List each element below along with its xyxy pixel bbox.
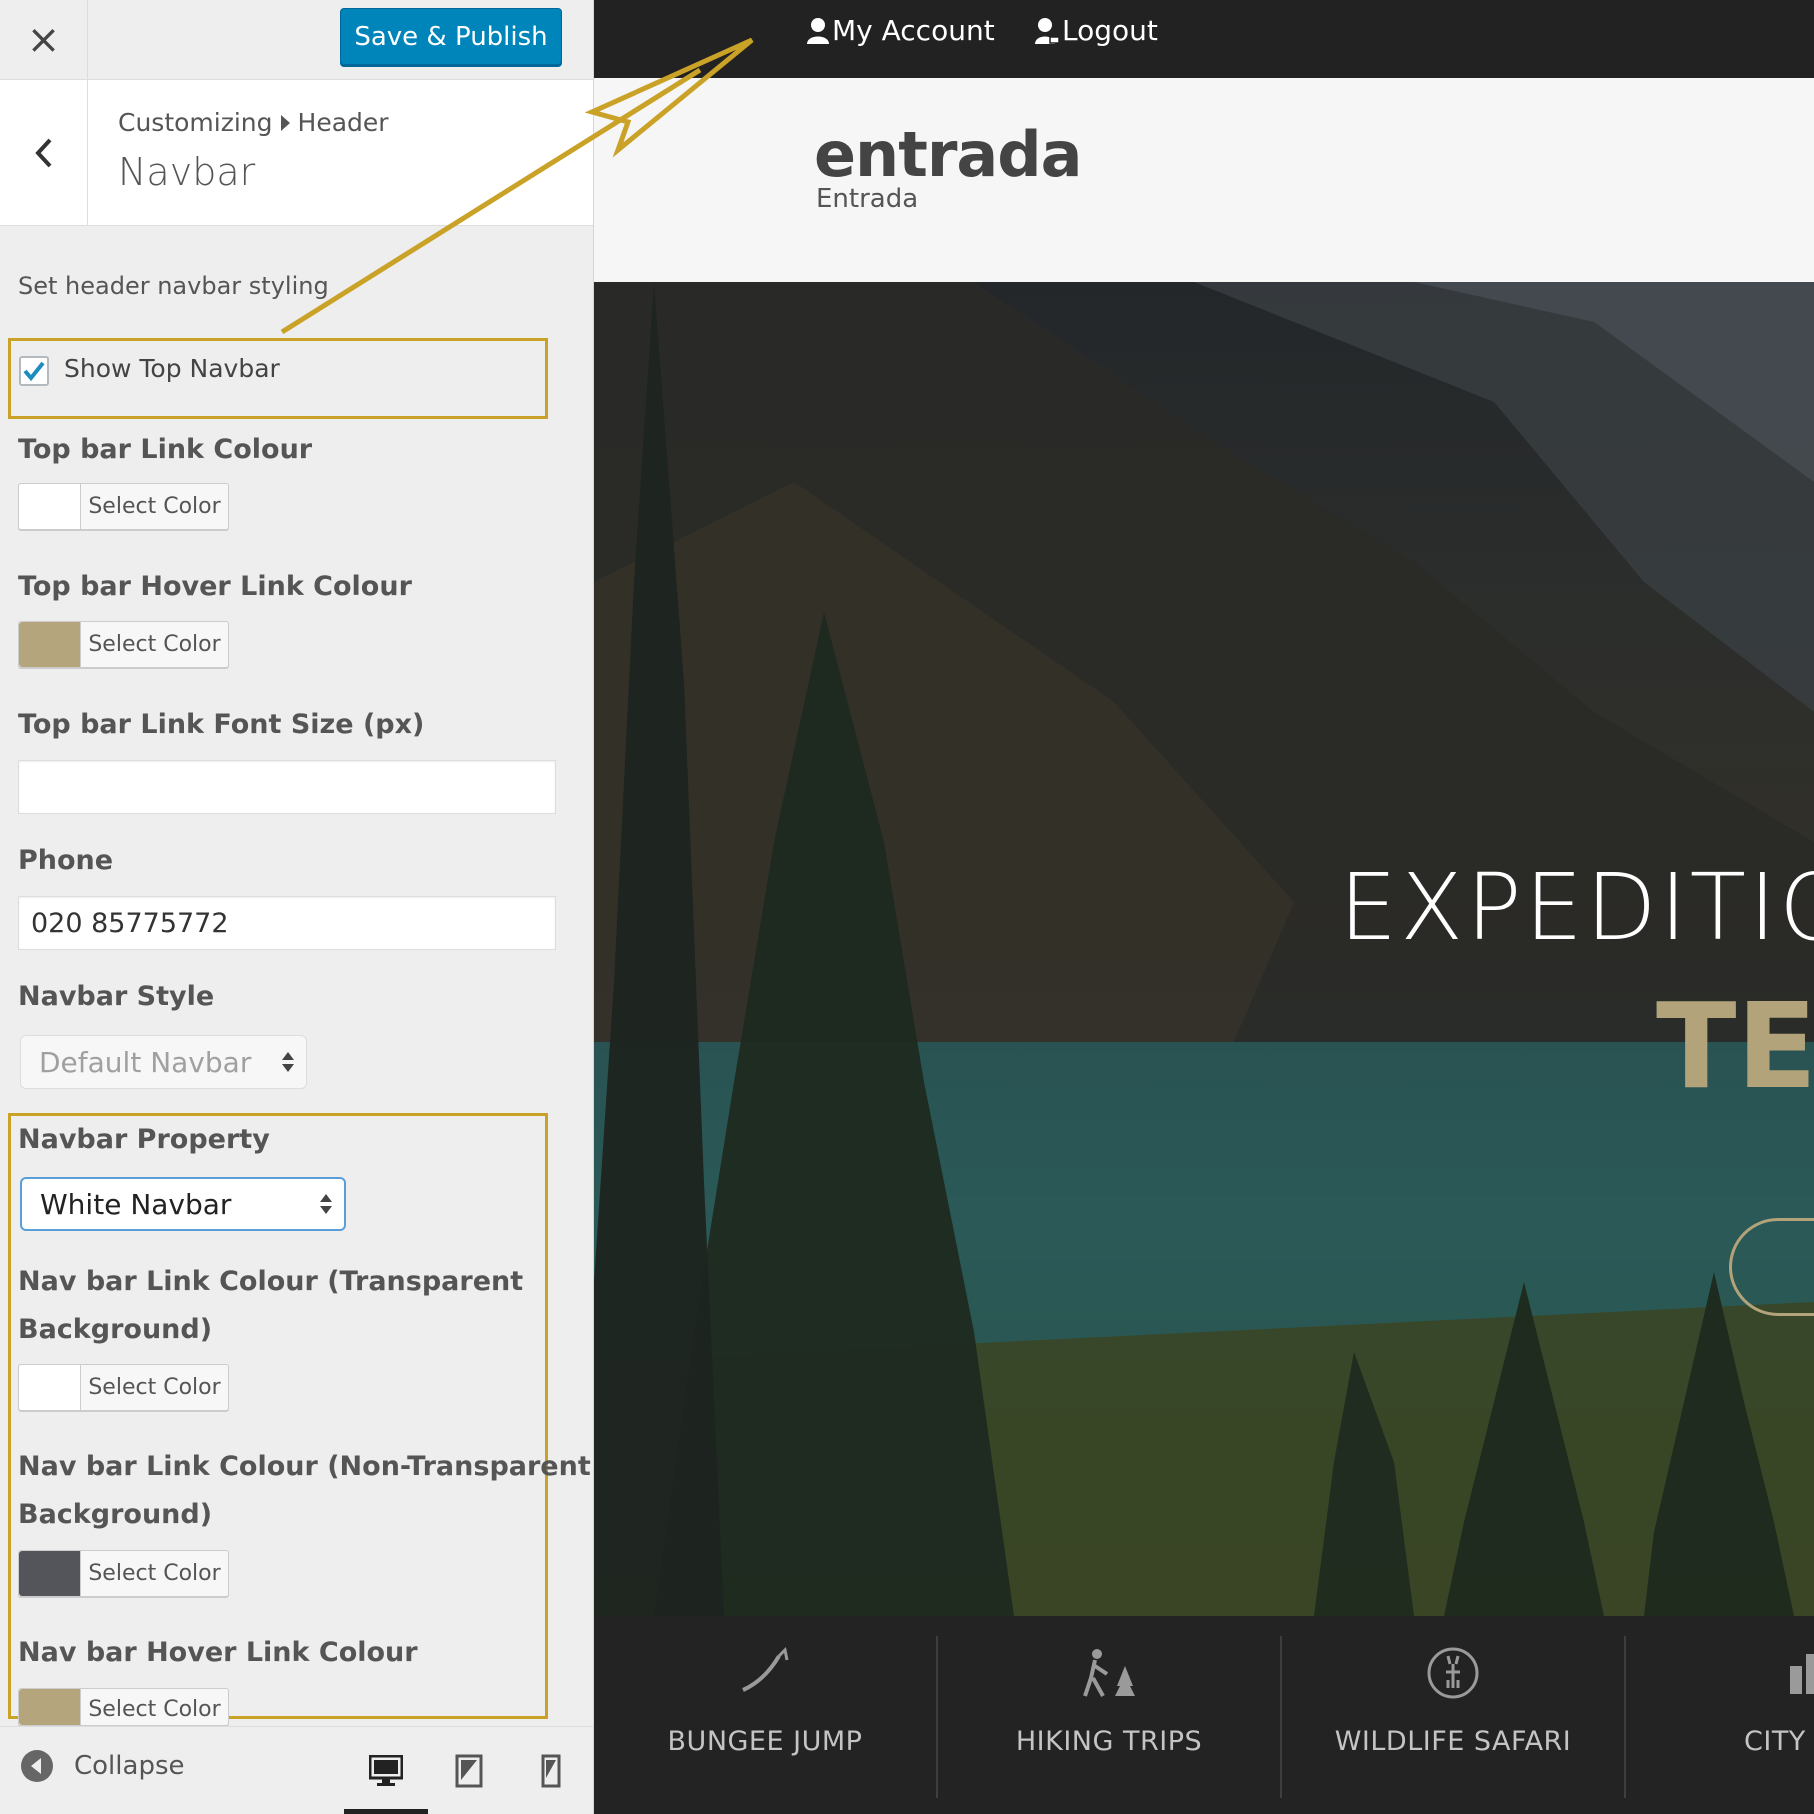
- nav-link-transparent-picker[interactable]: Select Color: [18, 1364, 229, 1411]
- tablet-preview-button[interactable]: [443, 1745, 495, 1797]
- my-account-link[interactable]: My Account: [806, 14, 995, 47]
- top-hover-colour-label: Top bar Hover Link Colour: [18, 571, 412, 602]
- customizer-header: × Save & Publish: [0, 0, 593, 80]
- nav-hover-picker[interactable]: Select Color: [18, 1688, 229, 1726]
- activities-bar: BUNGEE JUMP HIKING TRIPS WILDLIFE SAFARI…: [594, 1616, 1814, 1814]
- logout-link[interactable]: Logout: [1034, 14, 1158, 47]
- customizer-footer: Collapse: [0, 1726, 593, 1814]
- desktop-preview-button[interactable]: [360, 1745, 412, 1797]
- close-customizer-button[interactable]: ×: [0, 0, 88, 80]
- show-top-navbar-checkbox[interactable]: [19, 356, 49, 386]
- activity-wildlife-safari[interactable]: WILDLIFE SAFARI: [1282, 1634, 1624, 1796]
- tablet-icon: [455, 1754, 483, 1788]
- mobile-preview-button[interactable]: [525, 1745, 577, 1797]
- collapse-label: Collapse: [74, 1751, 185, 1781]
- select-color-label: Select Color: [88, 1561, 221, 1586]
- navbar-style-select[interactable]: Default Navbar: [20, 1035, 307, 1089]
- back-button[interactable]: [0, 80, 88, 226]
- close-icon: ×: [26, 17, 61, 63]
- hero-title: EXPEDITION: [1339, 854, 1814, 961]
- preview-top-navbar: My Account Logout: [594, 0, 1814, 78]
- mobile-icon: [541, 1754, 561, 1788]
- color-swatch: [19, 1365, 81, 1410]
- top-link-colour-label: Top bar Link Colour: [18, 434, 313, 465]
- logout-label: Logout: [1062, 14, 1158, 47]
- section-description: Set header navbar styling: [18, 272, 329, 300]
- user-icon: [807, 17, 829, 44]
- breadcrumb-parent: Header: [297, 108, 389, 137]
- color-swatch: [19, 1551, 81, 1596]
- hiking-icon: [1083, 1649, 1135, 1697]
- wildlife-safari-icon: [1427, 1647, 1479, 1699]
- top-hover-colour-picker[interactable]: Select Color: [18, 621, 229, 668]
- color-swatch: [19, 622, 81, 667]
- site-preview: My Account Logout entrada Entrada EXPEDI…: [594, 0, 1814, 1814]
- navbar-property-label: Navbar Property: [18, 1124, 270, 1155]
- checkmark-icon: [23, 361, 45, 382]
- select-arrows-icon: [282, 1052, 294, 1072]
- section-title: Navbar: [118, 150, 256, 194]
- navbar-style-label: Navbar Style: [18, 981, 215, 1012]
- label-line-2: Background): [18, 1314, 213, 1345]
- chevron-left-icon: [34, 138, 51, 168]
- site-logo[interactable]: entrada: [814, 118, 1082, 191]
- color-swatch: [19, 1689, 81, 1725]
- nav-link-nontransparent-picker[interactable]: Select Color: [18, 1550, 229, 1597]
- nav-hover-label: Nav bar Hover Link Colour: [18, 1637, 418, 1668]
- navbar-property-select[interactable]: White Navbar: [20, 1177, 346, 1231]
- select-arrows-icon: [320, 1194, 332, 1214]
- site-tagline: Entrada: [816, 184, 919, 214]
- nav-link-nontransparent-label: Nav bar Link Colour (Non-Transparent Bac…: [18, 1443, 591, 1539]
- save-publish-button[interactable]: Save & Publish: [340, 8, 562, 65]
- navbar-property-value: White Navbar: [40, 1187, 232, 1221]
- breadcrumb-root: Customizing: [118, 108, 273, 137]
- collapse-arrow-icon: [21, 1750, 53, 1782]
- collapse-button[interactable]: Collapse: [20, 1749, 185, 1783]
- select-color-label: Select Color: [88, 494, 221, 519]
- phone-input[interactable]: 020 85775772: [18, 896, 556, 950]
- activity-label: CITY TO: [1744, 1726, 1814, 1757]
- hero-banner: EXPEDITION TE: [594, 282, 1814, 1616]
- logout-user-icon: [1035, 17, 1060, 44]
- label-line-2: Background): [18, 1499, 213, 1530]
- nav-link-transparent-label: Nav bar Link Colour (Transparent Backgro…: [18, 1258, 523, 1354]
- label-line-1: Nav bar Link Colour (Transparent: [18, 1266, 524, 1297]
- activity-label: HIKING TRIPS: [1015, 1726, 1203, 1757]
- activity-label: BUNGEE JUMP: [667, 1726, 863, 1757]
- show-top-navbar-label: Show Top Navbar: [64, 354, 280, 383]
- activity-bungee-jump[interactable]: BUNGEE JUMP: [594, 1634, 936, 1796]
- city-tour-icon: [1790, 1654, 1814, 1694]
- breadcrumb: Customizing Header: [118, 108, 389, 137]
- desktop-icon: [369, 1755, 403, 1786]
- top-font-size-label: Top bar Link Font Size (px): [18, 709, 425, 740]
- active-device-indicator: [344, 1809, 428, 1814]
- activity-city-tours[interactable]: CITY TO: [1626, 1634, 1814, 1796]
- phone-label: Phone: [18, 845, 114, 876]
- color-swatch: [19, 484, 81, 529]
- preview-site-header: entrada Entrada: [594, 78, 1814, 282]
- activity-hiking-trips[interactable]: HIKING TRIPS: [938, 1634, 1280, 1796]
- activity-label: WILDLIFE SAFARI: [1334, 1726, 1572, 1757]
- top-link-colour-picker[interactable]: Select Color: [18, 483, 229, 530]
- bungee-jump-icon: [742, 1646, 789, 1692]
- top-font-size-input[interactable]: [18, 760, 556, 814]
- caret-right-icon: [280, 114, 290, 131]
- my-account-label: My Account: [832, 14, 995, 47]
- hero-subtitle: TE: [1656, 977, 1814, 1115]
- select-color-label: Select Color: [88, 632, 221, 657]
- customizer-sidebar: × Save & Publish Customizing Header Navb…: [0, 0, 594, 1814]
- navbar-style-value: Default Navbar: [39, 1045, 252, 1079]
- label-line-1: Nav bar Link Colour (Non-Transparent: [18, 1451, 591, 1482]
- select-color-label: Select Color: [88, 1375, 221, 1400]
- select-color-label: Select Color: [88, 1697, 221, 1722]
- section-header: Customizing Header Navbar: [0, 80, 593, 226]
